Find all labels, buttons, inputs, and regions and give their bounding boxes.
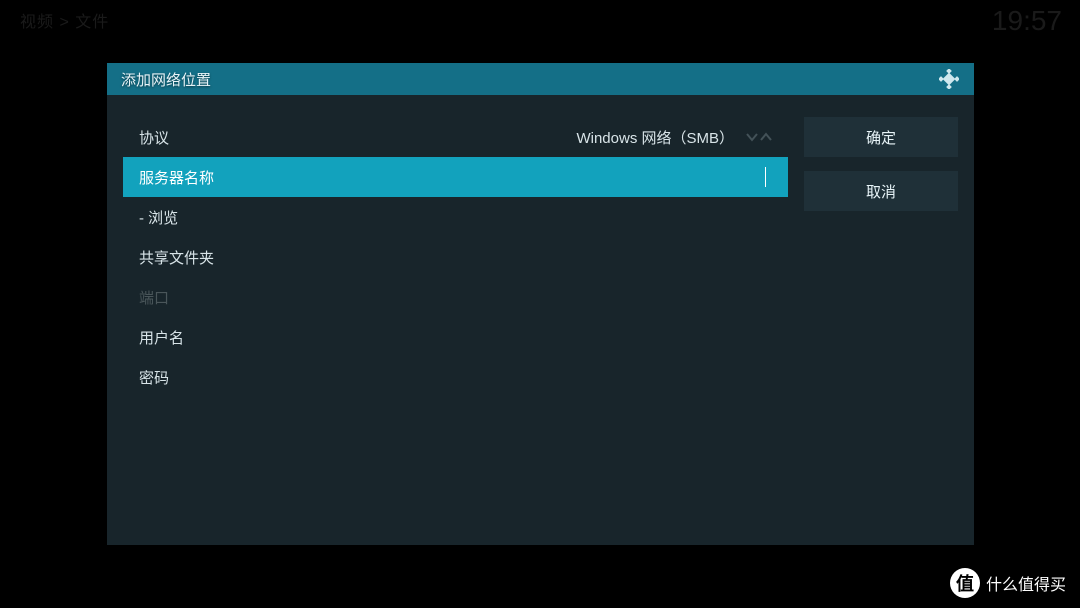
username-label: 用户名 — [139, 327, 184, 348]
form-column: 协议 Windows 网络（SMB） 服务器名称 - 浏览 — [123, 117, 788, 397]
spinner-arrows-icon — [746, 131, 772, 143]
shared-folder-label: 共享文件夹 — [139, 247, 214, 268]
server-name-row[interactable]: 服务器名称 — [123, 157, 788, 197]
username-row[interactable]: 用户名 — [123, 317, 788, 357]
cancel-button[interactable]: 取消 — [804, 171, 958, 211]
watermark-badge-icon: 值 — [950, 568, 980, 598]
add-network-location-dialog: 添加网络位置 协议 Windows 网络（SMB） — [107, 63, 974, 545]
dialog-title: 添加网络位置 — [121, 69, 211, 90]
browse-label: - 浏览 — [139, 207, 178, 228]
action-column: 确定 取消 — [804, 117, 958, 397]
background-clock: 19:57 — [992, 5, 1062, 37]
dialog-title-bar: 添加网络位置 — [107, 63, 974, 95]
browse-row[interactable]: - 浏览 — [123, 197, 788, 237]
smzdm-watermark: 值 什么值得买 — [950, 568, 1066, 598]
protocol-row[interactable]: 协议 Windows 网络（SMB） — [123, 117, 788, 157]
server-name-label: 服务器名称 — [139, 167, 214, 188]
text-cursor-icon — [765, 167, 766, 187]
watermark-text: 什么值得买 — [986, 571, 1066, 595]
shared-folder-row[interactable]: 共享文件夹 — [123, 237, 788, 277]
port-row: 端口 — [123, 277, 788, 317]
port-label: 端口 — [139, 287, 169, 308]
ok-button[interactable]: 确定 — [804, 117, 958, 157]
password-row[interactable]: 密码 — [123, 357, 788, 397]
protocol-label: 协议 — [139, 127, 169, 148]
password-label: 密码 — [139, 367, 169, 388]
ok-button-label: 确定 — [866, 127, 896, 148]
protocol-value: Windows 网络（SMB） — [576, 127, 734, 148]
background-breadcrumb: 视频 > 文件 — [20, 8, 109, 32]
kodi-logo-icon — [938, 68, 960, 90]
cancel-button-label: 取消 — [866, 181, 896, 202]
